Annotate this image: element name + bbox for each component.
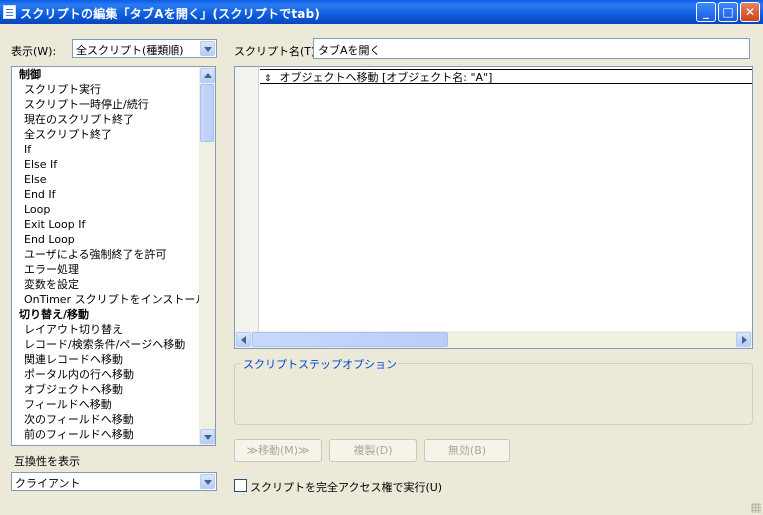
list-item[interactable]: 前のフィールドへ移動 [12,427,215,442]
list-item[interactable]: If [12,142,215,157]
drag-handle-icon[interactable]: ⇕ [264,72,276,87]
steps-list-items: 制御 スクリプト実行 スクリプト一時停止/続行 現在のスクリプト終了 全スクリプト終了 I… [12,67,215,442]
app-icon [3,5,16,19]
minimize-icon: _ [703,5,709,19]
list-item[interactable]: ポータル内の行へ移動 [12,367,215,382]
options-group-title: スクリプトステップオプション [241,356,399,372]
close-icon: ✕ [744,5,756,19]
list-item[interactable]: エラー処理 [12,262,215,277]
chevron-down-icon[interactable] [200,474,215,489]
list-item[interactable]: スクリプト一時停止/続行 [12,97,215,112]
script-editor[interactable]: ⇕ オブジェクトへ移動 [オブジェクト名: "A"] [234,66,753,349]
list-item[interactable]: 次のフィールドへ移動 [12,412,215,427]
resize-grip-icon[interactable] [751,503,761,513]
list-item[interactable]: 関連レコードへ移動 [12,352,215,367]
full-access-checkbox[interactable] [234,479,247,492]
list-category-header[interactable]: 制御 [12,67,215,82]
list-item[interactable]: OnTimer スクリプトをインストール [12,292,215,307]
list-item[interactable]: Exit Loop If [12,217,215,232]
view-dropdown[interactable]: 全スクリプト(種類順) [72,39,217,58]
compatibility-selected-value: クライアント [15,477,81,490]
scroll-down-icon[interactable] [200,429,215,444]
list-item[interactable]: オブジェクトへ移動 [12,382,215,397]
list-item[interactable]: スクリプト実行 [12,82,215,97]
minimize-button[interactable]: _ [696,2,716,22]
list-item[interactable]: レイアウト切り替え [12,322,215,337]
scroll-left-icon[interactable] [236,332,251,347]
full-access-label[interactable]: スクリプトを完全アクセス権で実行(U) [250,479,442,495]
script-name-input[interactable]: タブAを開く [313,38,750,59]
script-step-options-group: スクリプトステップオプション [234,356,753,425]
view-selected-value: 全スクリプト(種類順) [76,44,184,57]
editor-scroll-thumb[interactable] [252,332,448,347]
editor-horizontal-scrollbar[interactable] [235,331,752,348]
list-item[interactable]: Else If [12,157,215,172]
list-item[interactable]: Else [12,172,215,187]
window-title: スクリプトの編集「タブAを開く」(スクリプトでtab) [20,7,321,21]
compatibility-label: 互換性を表示 [14,455,80,468]
list-item[interactable]: レコード/検索条件/ページへ移動 [12,337,215,352]
scroll-up-icon[interactable] [200,68,215,83]
script-name-value: タブAを開く [318,44,381,57]
title-bar[interactable]: スクリプトの編集「タブAを開く」(スクリプトでtab) _ □ ✕ [0,0,763,24]
scroll-right-icon[interactable] [736,332,751,347]
chevron-down-icon[interactable] [200,41,215,56]
disable-button[interactable]: 無効(B) [424,439,510,462]
list-category-header[interactable]: 切り替え/移動 [12,307,215,322]
move-button[interactable]: ≫移動(M)≫ [234,439,322,462]
close-button[interactable]: ✕ [740,2,760,22]
compatibility-dropdown[interactable]: クライアント [11,472,217,491]
script-name-label: スクリプト名(T): [234,45,320,58]
duplicate-button[interactable]: 複製(D) [329,439,417,462]
view-label: 表示(W): [11,45,57,58]
list-scroll-thumb[interactable] [200,84,214,142]
list-item[interactable]: 現在のスクリプト終了 [12,112,215,127]
script-steps-list[interactable]: 制御 スクリプト実行 スクリプト一時停止/続行 現在のスクリプト終了 全スクリプト終了 I… [11,66,216,446]
list-item[interactable]: 全スクリプト終了 [12,127,215,142]
editor-gutter [235,67,259,331]
list-item[interactable]: フィールドへ移動 [12,397,215,412]
maximize-icon: □ [722,5,734,19]
script-step-text: オブジェクトへ移動 [オブジェクト名: "A"] [279,71,493,84]
list-item[interactable]: End If [12,187,215,202]
list-item[interactable]: 変数を設定 [12,277,215,292]
maximize-button[interactable]: □ [718,2,738,22]
list-item[interactable]: Loop [12,202,215,217]
script-step-row[interactable]: ⇕ オブジェクトへ移動 [オブジェクト名: "A"] [260,69,752,84]
list-vertical-scrollbar[interactable] [199,67,215,445]
list-item[interactable]: ユーザによる強制終了を許可 [12,247,215,262]
list-item[interactable]: End Loop [12,232,215,247]
